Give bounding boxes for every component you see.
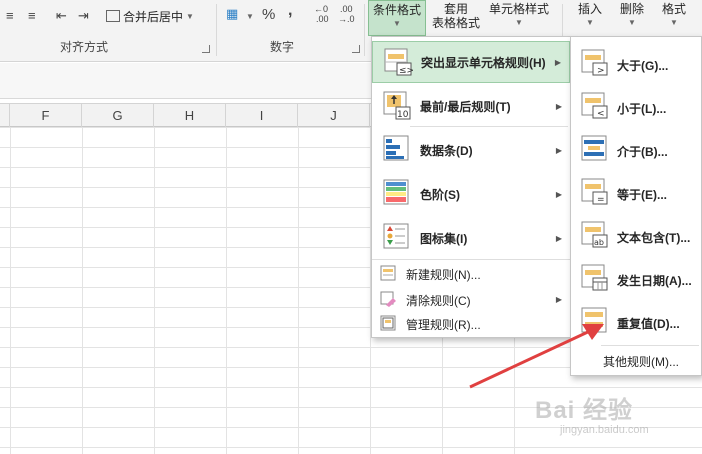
watermark-logo: Bai 经验 bbox=[535, 390, 633, 425]
annotation-arrow bbox=[469, 324, 604, 389]
watermark-url: jingyan.baidu.com bbox=[560, 424, 649, 436]
watermark-text: Bai 经验 bbox=[535, 397, 634, 424]
